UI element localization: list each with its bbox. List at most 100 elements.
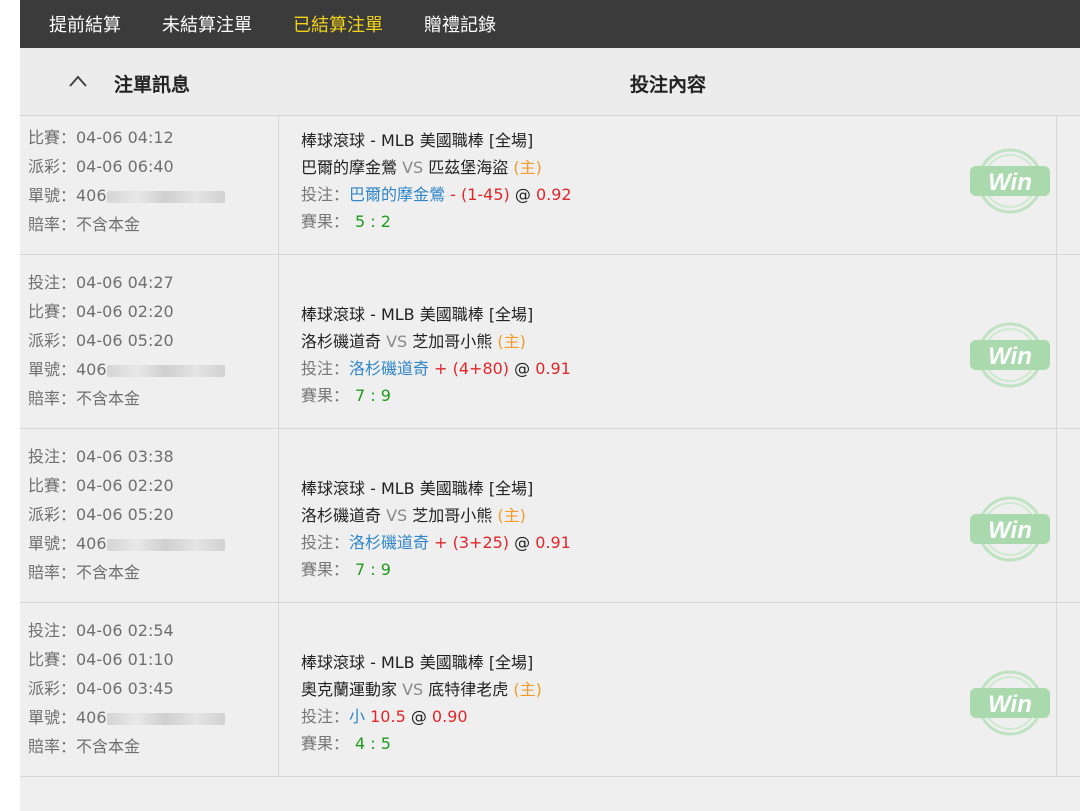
tab-settled-bets[interactable]: 已結算注單 (293, 11, 383, 37)
win-badge-icon: Win (970, 322, 1050, 388)
event-title: 棒球滾球 - MLB 美國職棒 [全場] (301, 653, 534, 672)
at-sign: @ (509, 533, 536, 552)
payout-time: 派彩：04-06 05:20 (28, 505, 174, 524)
vs-label: VS (381, 332, 413, 351)
odds-type: 賠率：不含本金 (28, 215, 141, 234)
team-away: 洛杉磯道奇 (301, 332, 382, 351)
result-label: 賽果： (301, 560, 350, 579)
result-score: 7 : 9 (355, 560, 391, 579)
match-time: 比賽：04-06 02:20 (28, 302, 174, 321)
vs-label: VS (397, 680, 429, 699)
tab-early-settlement[interactable]: 提前結算 (49, 11, 121, 37)
bet-pick: 巴爾的摩金鶯 (349, 185, 446, 204)
bet-content-cell: 棒球滾球 - MLB 美國職棒 [全場] 奧克蘭運動家 VS 底特律老虎 (主)… (279, 603, 1057, 776)
win-badge-text: Win (988, 691, 1032, 718)
order-number: 單號：406 (28, 182, 225, 206)
match-teams: 奧克蘭運動家 VS 底特律老虎 (主) (301, 676, 542, 700)
match-result: 賽果： 7 : 9 (301, 382, 391, 406)
win-badge-text: Win (988, 169, 1032, 196)
order-number: 單號：406 (28, 704, 225, 728)
payout-time: 派彩：04-06 05:20 (28, 331, 174, 350)
odds-type: 賠率：不含本金 (28, 563, 141, 582)
bet-label: 投注： (301, 707, 350, 726)
bet-handicap: 10.5 (365, 707, 406, 726)
at-sign: @ (509, 359, 536, 378)
win-badge-icon: Win (970, 148, 1050, 214)
bet-time: 投注：04-06 02:54 (28, 621, 174, 640)
vs-label: VS (397, 158, 429, 177)
team-away: 巴爾的摩金鶯 (301, 158, 398, 177)
team-away: 奧克蘭運動家 (301, 680, 398, 699)
event-title: 棒球滾球 - MLB 美國職棒 [全場] (301, 131, 534, 150)
bet-odds: 0.92 (535, 185, 572, 204)
payout-time: 派彩：04-06 06:40 (28, 157, 174, 176)
bet-row: 投注：04-06 04:27 比賽：04-06 02:20 派彩：04-06 0… (20, 255, 1080, 429)
bet-time: 投注：04-06 04:39 (28, 116, 174, 119)
match-result: 賽果： 7 : 9 (301, 556, 391, 580)
home-marker: (主) (497, 506, 526, 525)
result-score: 5 : 2 (355, 212, 391, 231)
bet-label: 投注： (301, 359, 350, 378)
order-number-label: 單號：406 (28, 186, 107, 205)
tab-gift-records[interactable]: 贈禮記錄 (424, 11, 496, 37)
bet-info-cell: 投注：04-06 02:54 比賽：04-06 01:10 派彩：04-06 0… (20, 603, 279, 776)
order-number: 單號：406 (28, 530, 225, 554)
bet-selection: 投注：巴爾的摩金鶯 - (1-45) @ 0.92 (301, 181, 572, 205)
result-label: 賽果： (301, 734, 350, 753)
bet-odds: 0.91 (535, 533, 571, 552)
match-teams: 洛杉磯道奇 VS 芝加哥小熊 (主) (301, 328, 526, 352)
settled-bets-list[interactable]: 投注：04-06 04:39 比賽：04-06 04:12 派彩：04-06 0… (20, 116, 1080, 811)
bet-info-cell: 投注：04-06 03:38 比賽：04-06 02:20 派彩：04-06 0… (20, 429, 279, 602)
vs-label: VS (381, 506, 413, 525)
order-number-label: 單號：406 (28, 360, 107, 379)
match-time: 比賽：04-06 01:10 (28, 650, 174, 669)
bet-content-cell: 棒球滾球 - MLB 美國職棒 [全場] 洛杉磯道奇 VS 芝加哥小熊 (主) … (279, 429, 1057, 602)
bet-row: 投注：04-06 04:39 比賽：04-06 04:12 派彩：04-06 0… (20, 116, 1080, 255)
bet-selection: 投注：洛杉磯道奇 + (3+25) @ 0.91 (301, 529, 571, 553)
team-home: 芝加哥小熊 (412, 332, 493, 351)
odds-type: 賠率：不含本金 (28, 389, 141, 408)
match-teams: 洛杉磯道奇 VS 芝加哥小熊 (主) (301, 502, 526, 526)
bet-pick: 洛杉磯道奇 (349, 359, 430, 378)
bet-pick: 洛杉磯道奇 (349, 533, 430, 552)
bet-handicap: + (3+25) (429, 533, 510, 552)
win-badge-text: Win (988, 517, 1032, 544)
odds-type: 賠率：不含本金 (28, 737, 141, 756)
match-result: 賽果： 5 : 2 (301, 208, 391, 232)
result-score: 7 : 9 (355, 386, 391, 405)
bet-time: 投注：04-06 03:38 (28, 447, 174, 466)
bet-odds: 0.91 (535, 359, 571, 378)
at-sign: @ (509, 185, 536, 204)
bet-label: 投注： (301, 185, 350, 204)
order-number-label: 單號：406 (28, 534, 107, 553)
win-badge-text: Win (988, 343, 1032, 370)
match-teams: 巴爾的摩金鶯 VS 匹茲堡海盜 (主) (301, 154, 542, 178)
match-time: 比賽：04-06 04:12 (28, 128, 174, 147)
bet-content-cell: 棒球滾球 - MLB 美國職棒 [全場] 巴爾的摩金鶯 VS 匹茲堡海盜 (主)… (279, 116, 1057, 254)
payout-time: 派彩：04-06 03:45 (28, 679, 174, 698)
result-label: 賽果： (301, 212, 350, 231)
order-number-blurred (106, 364, 225, 377)
match-time: 比賽：04-06 02:20 (28, 476, 174, 495)
bet-info-cell: 投注：04-06 04:39 比賽：04-06 04:12 派彩：04-06 0… (20, 116, 279, 254)
tab-unsettled-bets[interactable]: 未結算注單 (162, 11, 252, 37)
home-marker: (主) (513, 680, 542, 699)
top-tab-bar: 提前結算 未結算注單 已結算注單 贈禮記錄 (20, 0, 1080, 48)
at-sign: @ (405, 707, 432, 726)
team-home: 芝加哥小熊 (412, 506, 493, 525)
team-away: 洛杉磯道奇 (301, 506, 382, 525)
bet-row: 投注：04-06 02:54 比賽：04-06 01:10 派彩：04-06 0… (20, 603, 1080, 777)
chevron-up-icon[interactable] (68, 74, 88, 88)
order-number-label: 單號：406 (28, 708, 107, 727)
event-title: 棒球滾球 - MLB 美國職棒 [全場] (301, 479, 534, 498)
order-number: 單號：406 (28, 356, 225, 380)
bet-row: 投注：04-06 03:38 比賽：04-06 02:20 派彩：04-06 0… (20, 429, 1080, 603)
match-result: 賽果： 4 : 5 (301, 730, 391, 754)
bet-info-cell: 投注：04-06 04:27 比賽：04-06 02:20 派彩：04-06 0… (20, 255, 279, 428)
bet-handicap: - (1-45) (445, 185, 510, 204)
home-marker: (主) (513, 158, 542, 177)
win-badge-icon: Win (970, 496, 1050, 562)
order-number-blurred (106, 190, 225, 203)
team-home: 匹茲堡海盜 (428, 158, 509, 177)
bet-pick: 小 (349, 707, 366, 726)
